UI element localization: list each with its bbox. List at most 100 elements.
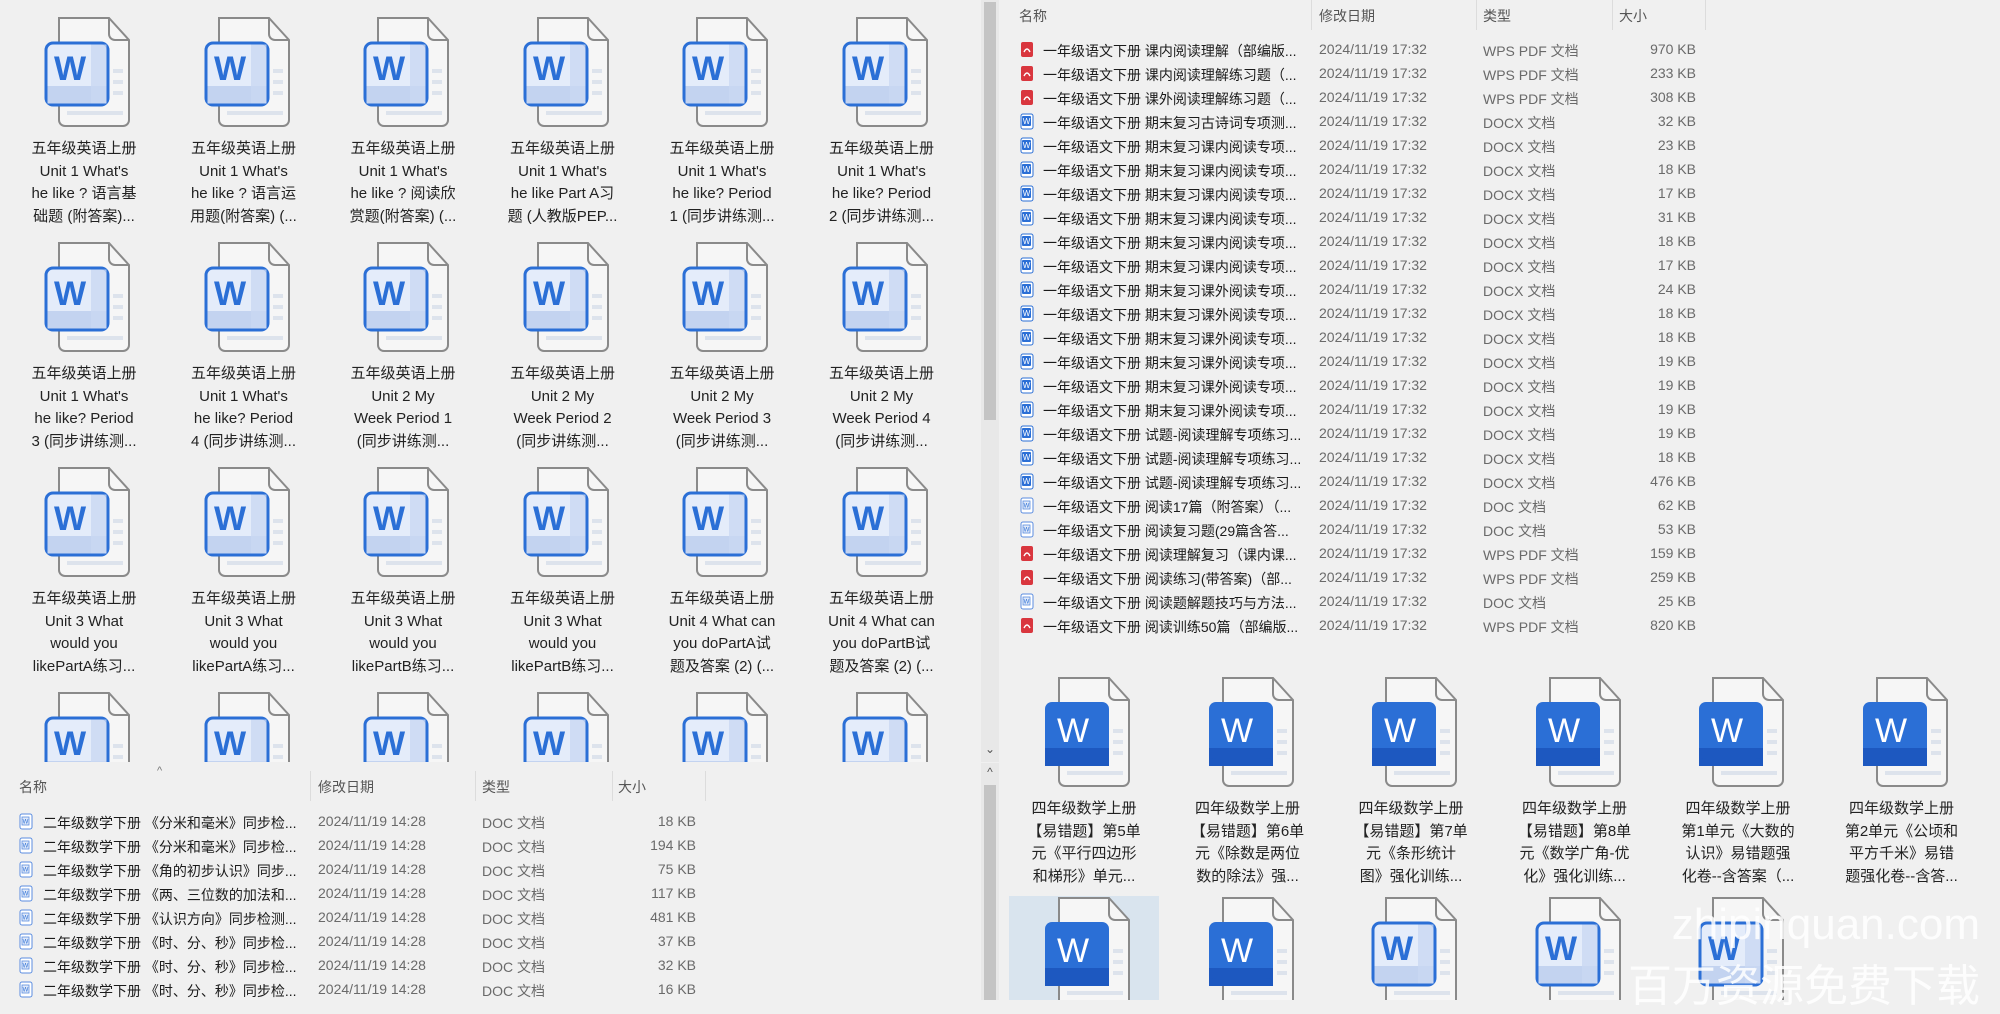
file-list-row[interactable]: 一年级语文下册 阅读理解复习（课内课... 2024/11/19 17:32 W… (1005, 542, 2000, 566)
scrollbar-thumb[interactable] (984, 785, 996, 1000)
file-tile[interactable]: W (1336, 896, 1486, 1000)
top-left-scrollbar[interactable]: ⌄ (981, 0, 999, 762)
svg-text:W: W (532, 275, 565, 313)
file-tile[interactable]: W (169, 691, 319, 762)
file-list-row[interactable]: W 一年级语文下册 试题-阅读理解专项练习... 2024/11/19 17:3… (1005, 446, 2000, 470)
svg-text:W: W (532, 50, 565, 88)
file-tile[interactable]: W (1500, 896, 1650, 1000)
file-list-row[interactable]: W 一年级语文下册 期末复习课内阅读专项... 2024/11/19 17:32… (1005, 182, 2000, 206)
docx-file-icon: W (1020, 473, 1034, 493)
file-list-row[interactable]: W 一年级语文下册 期末复习课外阅读专项... 2024/11/19 17:32… (1005, 374, 2000, 398)
file-list-row[interactable]: W 一年级语文下册 阅读17篇（附答案）（... 2024/11/19 17:3… (1005, 494, 2000, 518)
file-tile[interactable]: W 五年级英语上册 Unit 2 My Week Period 1 (同步讲练测.… (328, 241, 478, 453)
file-list-row[interactable]: W 二年级数学下册 《认识方向》同步检测... 2024/11/19 14:28… (0, 906, 980, 930)
file-tile[interactable]: W 五年级英语上册 Unit 2 My Week Period 2 (同步讲练测.… (488, 241, 638, 453)
file-tile[interactable]: W 五年级英语上册 Unit 1 What's he like ? 阅读欣 赏题(… (328, 16, 478, 228)
file-list-row[interactable]: W 一年级语文下册 期末复习课内阅读专项... 2024/11/19 17:32… (1005, 158, 2000, 182)
file-name: 一年级语文下册 课内阅读理解练习题（... (1043, 67, 1297, 83)
file-list-row[interactable]: W 二年级数学下册 《时、分、秒》同步检... 2024/11/19 14:28… (0, 954, 980, 978)
file-list-row[interactable]: W 二年级数学下册 《时、分、秒》同步检... 2024/11/19 14:28… (0, 930, 980, 954)
file-tile[interactable]: W 五年级英语上册 Unit 3 What would you likePartB… (328, 466, 478, 678)
doc-file-icon: W (1020, 593, 1034, 613)
column-header-type[interactable]: 类型 (482, 777, 510, 797)
word-document-icon: W (807, 241, 957, 353)
file-tile[interactable]: W 五年级英语上册 Unit 3 What would you likePartA… (9, 466, 159, 678)
bottom-left-scrollbar[interactable]: ^ (981, 763, 999, 1000)
file-list-row[interactable]: W 一年级语文下册 期末复习课内阅读专项... 2024/11/19 17:32… (1005, 206, 2000, 230)
modified-date: 2024/11/19 14:28 (318, 981, 426, 997)
file-size: 476 KB (1650, 473, 1696, 489)
scrollbar-thumb[interactable] (984, 2, 996, 420)
file-list-row[interactable]: W 二年级数学下册 《分米和毫米》同步检... 2024/11/19 14:28… (0, 810, 980, 834)
file-list-row[interactable]: W 一年级语文下册 期末复习课内阅读专项... 2024/11/19 17:32… (1005, 230, 2000, 254)
file-tile[interactable]: W (1663, 896, 1813, 1000)
file-type: DOC 文档 (482, 935, 545, 951)
file-tile[interactable]: W (1009, 896, 1159, 1000)
file-list-row[interactable]: W 一年级语文下册 期末复习课外阅读专项... 2024/11/19 17:32… (1005, 350, 2000, 374)
file-tile[interactable]: W 五年级英语上册 Unit 1 What's he like? Period 2… (807, 16, 957, 228)
file-tile[interactable]: W 四年级数学上册 【易错题】第5单 元《平行四边形 和梯形》单元... (1009, 676, 1159, 888)
file-tile[interactable]: W 五年级英语上册 Unit 2 My Week Period 3 (同步讲练测.… (647, 241, 797, 453)
file-list-row[interactable]: W 一年级语文下册 期末复习课内阅读专项... 2024/11/19 17:32… (1005, 134, 2000, 158)
file-tile[interactable]: W 五年级英语上册 Unit 3 What would you likePartA… (169, 466, 319, 678)
file-tile[interactable]: W (807, 691, 957, 762)
file-list-row[interactable]: W 一年级语文下册 阅读题解题技巧与方法... 2024/11/19 17:32… (1005, 590, 2000, 614)
file-tile[interactable]: W 四年级数学上册 【易错题】第6单 元《除数是两位 数的除法》强... (1173, 676, 1323, 888)
file-list-row[interactable]: 一年级语文下册 阅读练习(带答案)（部... 2024/11/19 17:32 … (1005, 566, 2000, 590)
file-list-row[interactable]: W 一年级语文下册 试题-阅读理解专项练习... 2024/11/19 17:3… (1005, 422, 2000, 446)
file-tile[interactable]: W 五年级英语上册 Unit 1 What's he like? Period 4… (169, 241, 319, 453)
file-list-row[interactable]: 一年级语文下册 课内阅读理解练习题（... 2024/11/19 17:32 W… (1005, 62, 2000, 86)
file-list-row[interactable]: W 一年级语文下册 期末复习课外阅读专项... 2024/11/19 17:32… (1005, 326, 2000, 350)
scroll-down-arrow[interactable]: ⌄ (981, 742, 999, 756)
file-tile[interactable]: W 五年级英语上册 Unit 1 What's he like ? 语言运 用题(… (169, 16, 319, 228)
sort-caret-icon: ^ (157, 765, 163, 777)
scroll-up-arrow[interactable]: ^ (981, 765, 999, 779)
file-list-row[interactable]: 一年级语文下册 课内阅读理解（部编版... 2024/11/19 17:32 W… (1005, 38, 2000, 62)
column-header-name[interactable]: 名称 (19, 777, 47, 797)
column-header-name[interactable]: 名称 (1019, 6, 1047, 26)
file-list-row[interactable]: W 二年级数学下册 《两、三位数的加法和... 2024/11/19 14:28… (0, 882, 980, 906)
column-header-size[interactable]: 大小 (1619, 6, 1647, 26)
file-list-row[interactable]: 一年级语文下册 阅读训练50篇（部编版... 2024/11/19 17:32 … (1005, 614, 2000, 638)
file-list-row[interactable]: W 一年级语文下册 期末复习课外阅读专项... 2024/11/19 17:32… (1005, 302, 2000, 326)
file-list-row[interactable]: W 二年级数学下册 《分米和毫米》同步检... 2024/11/19 14:28… (0, 834, 980, 858)
modified-date: 2024/11/19 14:28 (318, 957, 426, 973)
file-name: 五年级英语上册 Unit 1 What's he like? Period 4 … (190, 365, 296, 450)
file-tile[interactable]: W (1173, 896, 1323, 1000)
file-list-row[interactable]: W 一年级语文下册 期末复习课外阅读专项... 2024/11/19 17:32… (1005, 278, 2000, 302)
file-name: 一年级语文下册 阅读练习(带答案)（部... (1043, 571, 1292, 587)
docx-file-icon: W (1020, 425, 1034, 445)
word-document-icon: W (1336, 896, 1486, 1000)
file-tile[interactable]: W (488, 691, 638, 762)
column-header-date[interactable]: 修改日期 (318, 777, 374, 797)
column-header-type[interactable]: 类型 (1483, 6, 1511, 26)
file-list-row[interactable]: 一年级语文下册 课外阅读理解练习题（... 2024/11/19 17:32 W… (1005, 86, 2000, 110)
file-name: 一年级语文下册 阅读17篇（附答案）（... (1043, 499, 1292, 515)
file-tile[interactable]: W (328, 691, 478, 762)
file-tile[interactable]: W (9, 691, 159, 762)
file-tile[interactable]: W 四年级数学上册 第2单元《公顷和 平方千米》易错 题强化卷--含答... (1827, 676, 1977, 888)
file-list-row[interactable]: W 一年级语文下册 阅读复习题(29篇含答... 2024/11/19 17:3… (1005, 518, 2000, 542)
file-tile[interactable]: W 五年级英语上册 Unit 1 What's he like? Period 3… (9, 241, 159, 453)
file-list-row[interactable]: W 一年级语文下册 试题-阅读理解专项练习... 2024/11/19 17:3… (1005, 470, 2000, 494)
file-tile[interactable]: W 五年级英语上册 Unit 1 What's he like? Period 1… (647, 16, 797, 228)
file-name: 二年级数学下册 《认识方向》同步检测... (43, 911, 297, 927)
file-list-row[interactable]: W 一年级语文下册 期末复习课外阅读专项... 2024/11/19 17:32… (1005, 398, 2000, 422)
file-tile[interactable]: W 四年级数学上册 【易错题】第8单 元《数学广角-优 化》强化训练... (1500, 676, 1650, 888)
file-list-row[interactable]: W 二年级数学下册 《角的初步认识》同步... 2024/11/19 14:28… (0, 858, 980, 882)
file-type: WPS PDF 文档 (1483, 571, 1579, 587)
file-tile[interactable]: W 四年级数学上册 第1单元《大数的 认识》易错题强 化卷--含答案（... (1663, 676, 1813, 888)
file-tile[interactable]: W 五年级英语上册 Unit 4 What can you doPartA试 题及… (647, 466, 797, 678)
file-tile[interactable]: W 五年级英语上册 Unit 1 What's he like Part A习 题… (488, 16, 638, 228)
file-list-row[interactable]: W 一年级语文下册 期末复习课内阅读专项... 2024/11/19 17:32… (1005, 254, 2000, 278)
column-header-date[interactable]: 修改日期 (1319, 6, 1375, 26)
file-tile[interactable]: W 五年级英语上册 Unit 1 What's he like ? 语言基 础题 … (9, 16, 159, 228)
file-tile[interactable]: W 五年级英语上册 Unit 2 My Week Period 4 (同步讲练测.… (807, 241, 957, 453)
file-tile[interactable]: W (647, 691, 797, 762)
file-list-row[interactable]: W 一年级语文下册 期末复习古诗词专项测... 2024/11/19 17:32… (1005, 110, 2000, 134)
column-header-size[interactable]: 大小 (618, 777, 646, 797)
file-tile[interactable]: W 五年级英语上册 Unit 3 What would you likePartB… (488, 466, 638, 678)
file-tile[interactable]: W 五年级英语上册 Unit 4 What can you doPartB试 题及… (807, 466, 957, 678)
file-list-row[interactable]: W 二年级数学下册 《时、分、秒》同步检... 2024/11/19 14:28… (0, 978, 980, 1000)
file-tile[interactable]: W 四年级数学上册 【易错题】第7单 元《条形统计 图》强化训练... (1336, 676, 1486, 888)
